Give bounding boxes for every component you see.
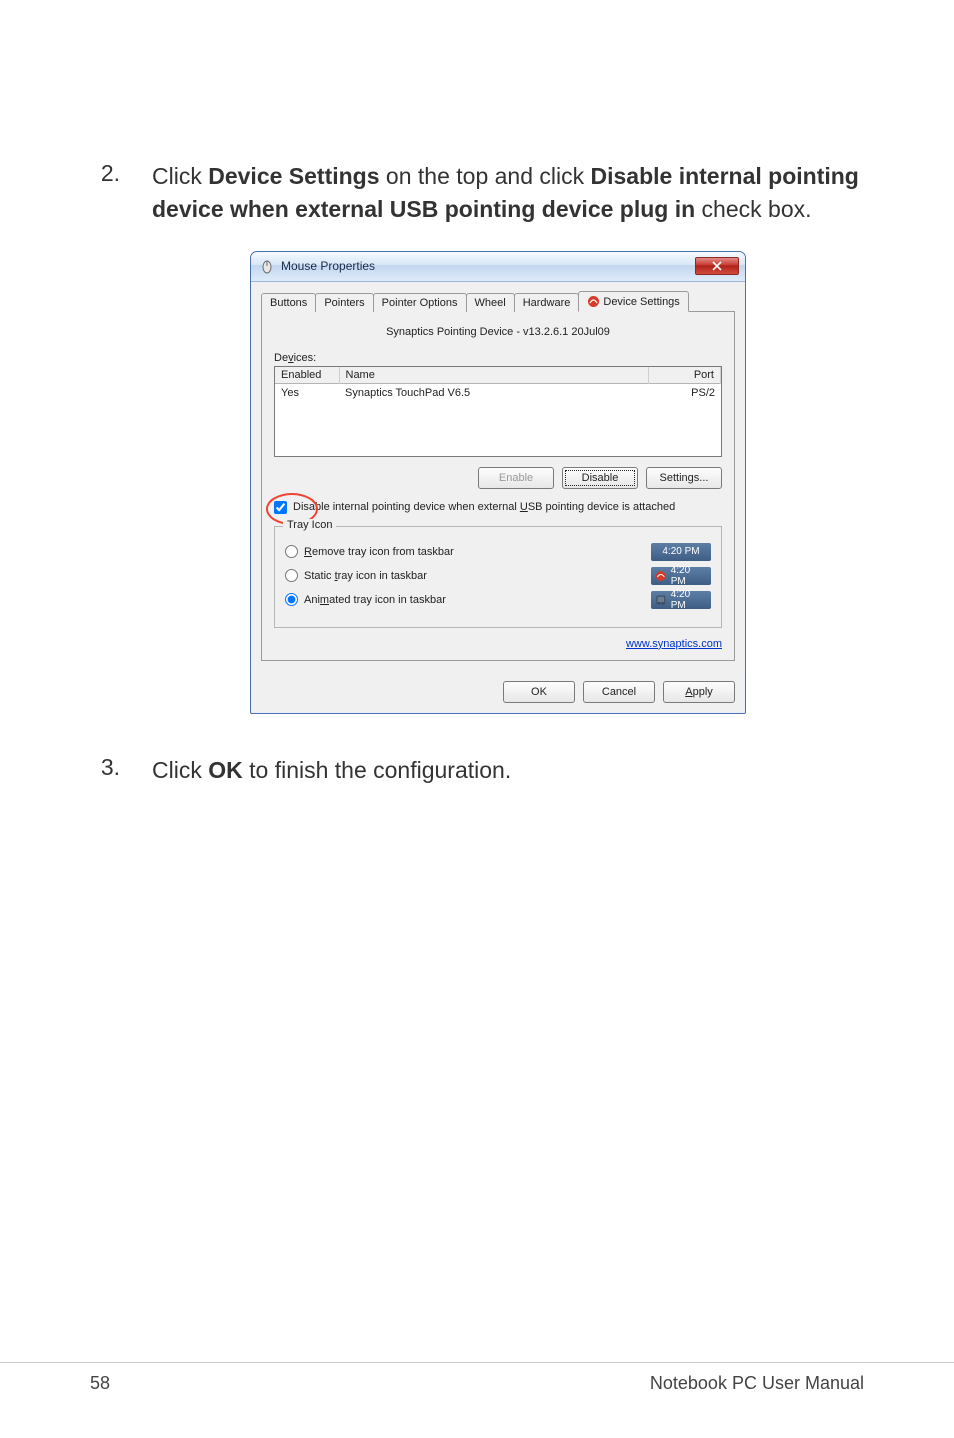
col-port: Port [649, 367, 721, 384]
tab-pointer-options[interactable]: Pointer Options [373, 293, 467, 312]
titlebar: Mouse Properties [251, 252, 745, 282]
instruction-step-2: 2. Click Device Settings on the top and … [90, 160, 864, 227]
tray-icon-fieldset: Tray Icon Remove tray icon from taskbar … [274, 526, 722, 628]
animated-tray-label: Animated tray icon in taskbar [304, 594, 446, 606]
taskbar-preview-none: 4:20 PM [651, 543, 711, 561]
remove-tray-radio[interactable] [285, 545, 298, 558]
col-enabled: Enabled [275, 367, 339, 384]
devices-label: Devices: [274, 352, 722, 364]
synaptics-icon [587, 295, 600, 308]
page-footer: 58 Notebook PC User Manual [0, 1362, 954, 1394]
step-number: 2. [90, 160, 120, 227]
tab-buttons[interactable]: Buttons [261, 293, 316, 312]
col-name: Name [339, 367, 649, 384]
tray-icon-legend: Tray Icon [283, 519, 336, 531]
taskbar-preview-animated: 4:20 PM [651, 591, 711, 609]
step-text: Click Device Settings on the top and cli… [152, 160, 864, 227]
static-tray-label: Static tray icon in taskbar [304, 570, 427, 582]
enable-button: Enable [478, 467, 554, 489]
mouse-properties-dialog: Mouse Properties Buttons Pointers Pointe… [250, 251, 746, 714]
animated-tray-radio[interactable] [285, 593, 298, 606]
devices-table[interactable]: Enabled Name Port Yes Synaptics TouchPad… [274, 366, 722, 457]
cell-enabled: Yes [275, 384, 339, 402]
touchpad-tray-icon [655, 594, 667, 606]
table-row[interactable]: Yes Synaptics TouchPad V6.5 PS/2 [275, 384, 721, 402]
cell-port: PS/2 [649, 384, 721, 402]
step-number: 3. [90, 754, 120, 787]
doc-title: Notebook PC User Manual [650, 1373, 864, 1394]
disable-internal-checkbox-row: Disable internal pointing device when ex… [274, 501, 722, 514]
cancel-button[interactable]: Cancel [583, 681, 655, 703]
synaptics-link[interactable]: www.synaptics.com [626, 638, 722, 650]
tab-pointers[interactable]: Pointers [315, 293, 373, 312]
close-icon [712, 261, 722, 271]
table-header-row: Enabled Name Port [275, 367, 721, 384]
tab-strip: Buttons Pointers Pointer Options Wheel H… [261, 290, 735, 312]
taskbar-preview-static: 4:20 PM [651, 567, 711, 585]
synaptics-tray-icon [655, 570, 667, 582]
apply-button[interactable]: Apply [663, 681, 735, 703]
mouse-icon [259, 258, 275, 274]
disable-internal-checkbox[interactable] [274, 501, 287, 514]
page-number: 58 [90, 1373, 110, 1394]
step-text: Click OK to finish the configuration. [152, 754, 511, 787]
static-tray-radio[interactable] [285, 569, 298, 582]
tab-hardware[interactable]: Hardware [514, 293, 580, 312]
instruction-step-3: 3. Click OK to finish the configuration. [90, 754, 864, 787]
close-button[interactable] [695, 257, 739, 275]
settings-button[interactable]: Settings... [646, 467, 722, 489]
dialog-title: Mouse Properties [281, 259, 375, 273]
tab-device-settings[interactable]: Device Settings [578, 291, 688, 312]
disable-button[interactable]: Disable [562, 467, 638, 489]
disable-internal-label: Disable internal pointing device when ex… [293, 501, 675, 513]
remove-tray-label: Remove tray icon from taskbar [304, 546, 454, 558]
driver-version-label: Synaptics Pointing Device - v13.2.6.1 20… [274, 326, 722, 338]
cell-name: Synaptics TouchPad V6.5 [339, 384, 649, 402]
tab-wheel[interactable]: Wheel [466, 293, 515, 312]
ok-button[interactable]: OK [503, 681, 575, 703]
device-settings-panel: Synaptics Pointing Device - v13.2.6.1 20… [261, 312, 735, 661]
